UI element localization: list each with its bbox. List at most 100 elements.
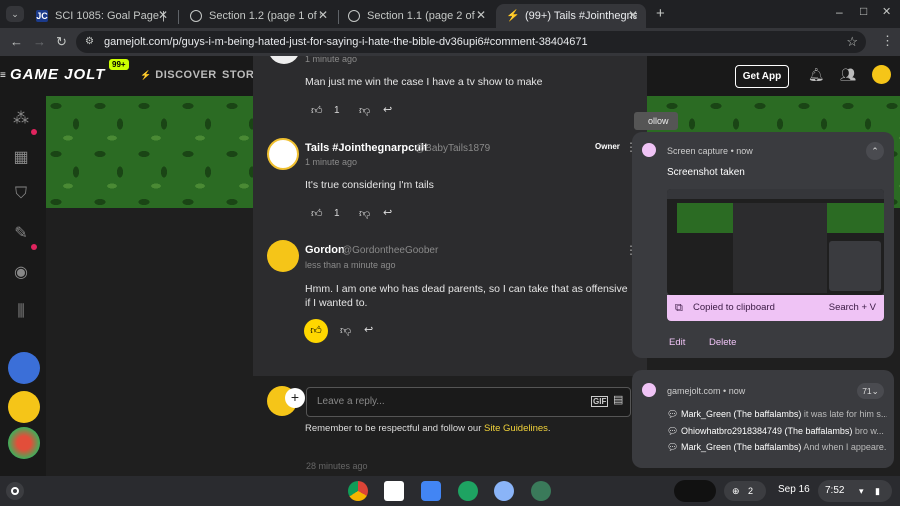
maximize-button[interactable]: □ bbox=[860, 4, 867, 18]
notif-time: now bbox=[736, 146, 753, 156]
library-icon[interactable]: ⫼ bbox=[11, 302, 31, 322]
dislike-icon[interactable]: 👎︎ bbox=[359, 104, 370, 117]
tab-search-button[interactable]: ⌄ bbox=[6, 6, 24, 22]
reply-icon[interactable]: ↩ bbox=[383, 103, 392, 116]
notif-text: it was late for him s... bbox=[803, 409, 887, 419]
globe-favicon-icon bbox=[348, 10, 360, 22]
tab-section-1-1[interactable]: Section 1.1 (page 2 of 3) | ace ✕ bbox=[338, 4, 494, 28]
close-tab-icon[interactable]: ✕ bbox=[476, 8, 486, 22]
unread-dot bbox=[31, 244, 37, 250]
back-icon[interactable]: ← bbox=[10, 35, 23, 49]
sticker-icon[interactable]: ▤ bbox=[613, 393, 623, 406]
tab-title: SCI 1085: Goal Page | acecon bbox=[55, 10, 167, 22]
activity-icon[interactable]: ⁂ bbox=[11, 109, 31, 129]
commenter-avatar[interactable] bbox=[268, 56, 300, 64]
commenter-avatar[interactable] bbox=[267, 138, 299, 170]
add-attachment-button[interactable]: + bbox=[285, 388, 305, 408]
discover-link[interactable]: ⚡ DISCOVER bbox=[140, 69, 217, 81]
reply-input[interactable]: Leave a reply... bbox=[306, 387, 631, 417]
notif-dot: • bbox=[723, 386, 727, 396]
notif-line: 💬︎ Ohiowhatbro2918384749 (The baffalambs… bbox=[667, 426, 887, 437]
gamejolt-logo[interactable]: GAME JOLT bbox=[10, 66, 105, 83]
guidelines-prefix: Remember to be respectful and follow our bbox=[305, 423, 485, 434]
date-label[interactable]: Sep 16 bbox=[778, 484, 810, 495]
chevron-down-icon: ⌄ bbox=[871, 386, 879, 396]
notif-time: now bbox=[728, 386, 746, 396]
quest-icon[interactable]: ✎ bbox=[11, 224, 31, 244]
address-bar[interactable]: ⚙ gamejolt.com/p/guys-i-m-being-hated-ju… bbox=[76, 31, 866, 53]
browser-menu-icon[interactable]: ⋮ bbox=[881, 34, 894, 48]
close-window-button[interactable]: ✕ bbox=[882, 5, 891, 18]
meet-app-icon[interactable] bbox=[458, 481, 478, 501]
like-icon[interactable]: 👍︎ bbox=[311, 207, 323, 220]
new-tab-button[interactable]: + bbox=[656, 5, 665, 22]
copied-to-clipboard-bar[interactable]: ⧉ Copied to clipboard Search + V bbox=[667, 295, 884, 321]
wifi-icon: ▾ bbox=[859, 486, 864, 496]
get-app-button[interactable]: Get App bbox=[735, 65, 789, 88]
reload-icon[interactable]: ↻ bbox=[56, 35, 67, 49]
commenter-avatar[interactable] bbox=[267, 240, 299, 272]
notif-dot: • bbox=[730, 146, 734, 156]
bookmark-star-icon[interactable]: ☆ bbox=[846, 31, 858, 53]
tab-title: (99+) Tails #Jointhegnarpcult bbox=[525, 10, 637, 22]
commenter-name[interactable]: Tails #Jointhegnarpcult bbox=[305, 142, 428, 154]
settings-app-icon[interactable] bbox=[494, 481, 514, 501]
dislike-icon[interactable]: 👎︎ bbox=[359, 207, 370, 220]
minimize-button[interactable]: – bbox=[836, 5, 843, 19]
notif-count-button[interactable]: 71⌄ bbox=[857, 383, 884, 399]
site-guidelines-link[interactable]: Site Guidelines bbox=[484, 423, 548, 434]
backpack-icon[interactable]: ⛉ bbox=[11, 184, 31, 204]
notif-text: And when I appeare... bbox=[803, 442, 887, 452]
forward-icon[interactable]: → bbox=[33, 35, 46, 49]
reply-icon[interactable]: ↩ bbox=[364, 323, 373, 336]
files-app-icon[interactable] bbox=[421, 481, 441, 501]
follow-button[interactable]: ollow bbox=[634, 112, 678, 130]
tab-goal-page[interactable]: JC SCI 1085: Goal Page | acecon ✕ bbox=[26, 4, 176, 28]
community-avatar[interactable] bbox=[8, 352, 40, 384]
site-info-icon[interactable]: ⚙ bbox=[85, 31, 94, 53]
commenter-name[interactable]: Gordon bbox=[305, 244, 345, 256]
commenter-handle[interactable]: @GordontheeGoober bbox=[342, 245, 438, 256]
dislike-icon[interactable]: 👎︎ bbox=[340, 324, 351, 337]
liked-button[interactable]: 👍︎ bbox=[304, 319, 328, 343]
reply-icon[interactable]: ↩ bbox=[383, 206, 392, 219]
clipboard-icon: ⧉ bbox=[675, 302, 683, 314]
launcher-button[interactable] bbox=[6, 482, 24, 500]
hamburger-icon[interactable]: ≡ bbox=[0, 70, 6, 81]
close-tab-icon[interactable]: ✕ bbox=[158, 8, 168, 22]
chrome-app-icon[interactable] bbox=[348, 481, 368, 501]
chat-icon[interactable]: ◉ bbox=[11, 263, 31, 283]
like-count: 1 bbox=[334, 208, 340, 219]
copied-label: Copied to clipboard bbox=[693, 302, 775, 313]
community-avatar[interactable] bbox=[8, 391, 40, 423]
delete-button[interactable]: Delete bbox=[709, 337, 736, 348]
gmail-app-icon[interactable] bbox=[384, 481, 404, 501]
close-tab-icon[interactable]: ✕ bbox=[628, 8, 638, 22]
notif-user: Mark_Green (The baffalambs) bbox=[680, 409, 802, 419]
bell-icon[interactable]: 🔔︎ bbox=[808, 67, 825, 83]
friends-icon[interactable]: 👥︎ bbox=[840, 67, 857, 83]
screenshot-thumbnail[interactable] bbox=[667, 189, 884, 295]
close-tab-icon[interactable]: ✕ bbox=[318, 8, 328, 22]
chat-bubble-icon: 💬︎ bbox=[667, 426, 679, 436]
community-avatar[interactable] bbox=[8, 427, 40, 459]
tab-gamejolt-active[interactable]: ⚡ (99+) Tails #Jointhegnarpcult ✕ bbox=[496, 4, 646, 28]
gif-icon[interactable]: GIF bbox=[591, 396, 609, 407]
status-area[interactable]: 7:52 ▾ ▮ bbox=[818, 480, 892, 502]
compass-icon: ⚡ bbox=[140, 70, 152, 80]
notification-counter-pill[interactable]: ⊕ 2 bbox=[724, 481, 766, 501]
left-sidebar: ⁂ ▦ ⛉ ✎ ◉ ⫼ bbox=[0, 96, 46, 476]
chromeos-shelf: ⊕ 2 Sep 16 7:52 ▾ ▮ bbox=[0, 476, 900, 506]
commenter-handle[interactable]: @BabyTails1879 bbox=[415, 143, 490, 154]
like-icon[interactable]: 👍︎ bbox=[311, 104, 323, 117]
tab-section-1-2[interactable]: Section 1.2 (page 1 of 5) | ace ✕ bbox=[180, 4, 336, 28]
edit-button[interactable]: Edit bbox=[669, 337, 685, 348]
gamejolt-app-icon[interactable] bbox=[531, 481, 551, 501]
user-avatar[interactable] bbox=[872, 65, 891, 84]
store-icon[interactable]: ▦ bbox=[11, 148, 31, 168]
collapse-button[interactable]: ⌃ bbox=[866, 142, 884, 160]
screen-capture-notification: Screen capture • now ⌃ Screenshot taken … bbox=[632, 132, 894, 358]
guidelines-text: Remember to be respectful and follow our… bbox=[305, 423, 551, 434]
tote-holding-space[interactable] bbox=[674, 480, 716, 502]
chat-bubble-icon: 💬︎ bbox=[667, 409, 679, 419]
